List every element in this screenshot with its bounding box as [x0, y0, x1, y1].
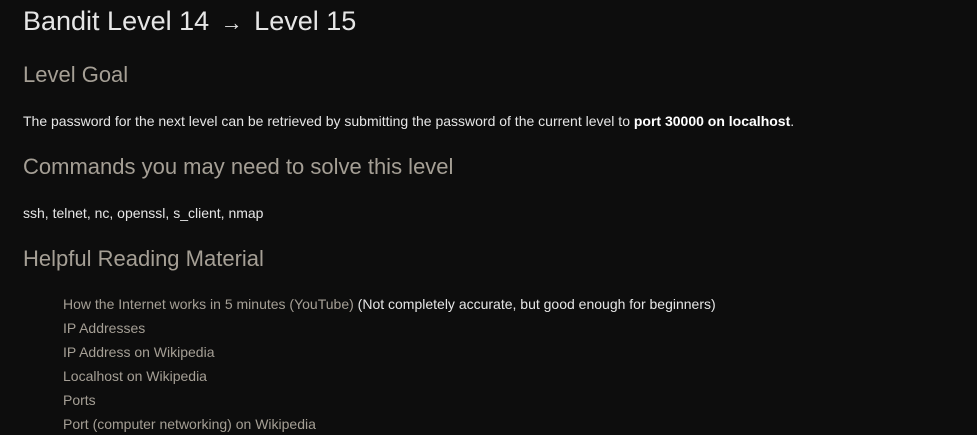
reading-link-port-wikipedia[interactable]: Port (computer networking) on Wikipedia — [63, 416, 316, 432]
reading-note: (Not completely accurate, but good enoug… — [353, 296, 716, 312]
commands-list: ssh, telnet, nc, openssl, s_client, nmap — [23, 205, 264, 221]
reading-list: How the Internet works in 5 minutes (You… — [63, 295, 716, 435]
commands-heading: Commands you may need to solve this leve… — [23, 154, 454, 179]
arrow-icon: → — [220, 10, 243, 35]
list-item: How the Internet works in 5 minutes (You… — [63, 295, 716, 319]
page-title: Bandit Level 14 → Level 15 — [23, 5, 356, 39]
reading-link-localhost-wikipedia[interactable]: Localhost on Wikipedia — [63, 368, 207, 384]
reading-link-ip-address-wikipedia[interactable]: IP Address on Wikipedia — [63, 344, 215, 360]
list-item: IP Address on Wikipedia — [63, 343, 716, 367]
page-title-left: Bandit Level 14 — [23, 6, 210, 36]
list-item: Localhost on Wikipedia — [63, 367, 716, 391]
page: Bandit Level 14 → Level 15 Level Goal Th… — [0, 0, 977, 435]
level-goal-text: The password for the next level can be r… — [23, 112, 794, 130]
level-goal-text-bold: port 30000 on localhost — [633, 113, 791, 129]
page-title-right: Level 15 — [254, 6, 357, 36]
level-goal-text-suffix: . — [790, 113, 795, 129]
reading-heading: Helpful Reading Material — [23, 246, 264, 271]
list-item: IP Addresses — [63, 319, 716, 343]
list-item: Port (computer networking) on Wikipedia — [63, 415, 716, 435]
level-goal-text-prefix: The password for the next level can be r… — [23, 113, 634, 129]
reading-link-ports[interactable]: Ports — [63, 392, 96, 408]
reading-link-ip-addresses[interactable]: IP Addresses — [63, 320, 145, 336]
reading-link-internet-video[interactable]: How the Internet works in 5 minutes (You… — [63, 296, 354, 312]
level-goal-heading: Level Goal — [23, 62, 129, 87]
list-item: Ports — [63, 391, 716, 415]
